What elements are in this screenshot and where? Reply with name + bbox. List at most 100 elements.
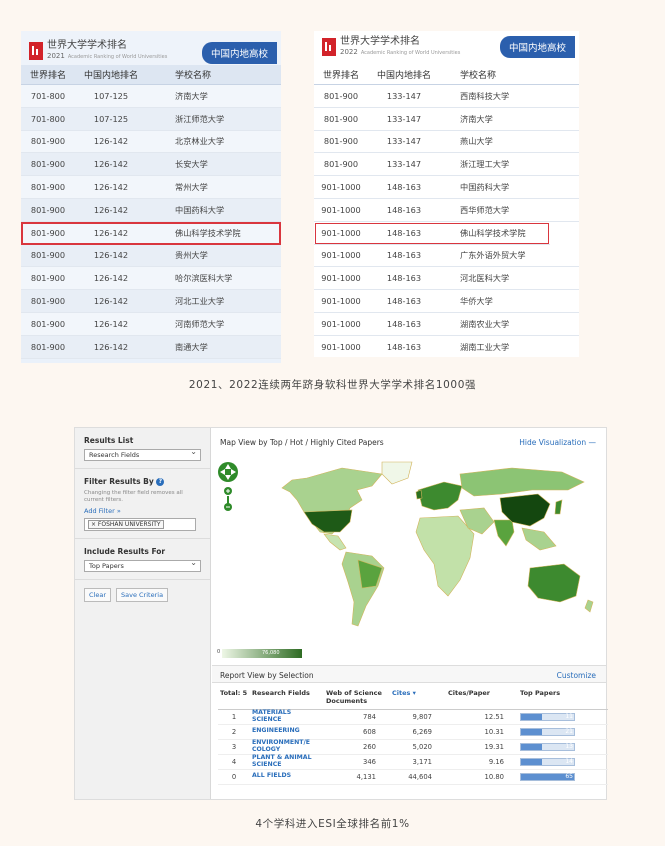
china-rank-cell: 133-147 <box>386 136 422 147</box>
china-rank-cell: 148-163 <box>386 250 422 261</box>
top-papers-bar[interactable]: 13 <box>520 742 575 751</box>
world-rank-cell: 801-900 <box>30 204 66 215</box>
ranking-table-2022: 世界大学学术排名 2022 Academic Ranking of World U… <box>314 31 579 357</box>
china-rank-cell: 107-125 <box>93 113 129 124</box>
cites-per-paper-cell: 9.16 <box>446 754 518 770</box>
china-rank-cell: 126-142 <box>93 182 129 193</box>
col-wos-documents[interactable]: Web of Science Documents <box>324 687 390 710</box>
school-name-cell: 西南科技大学 <box>460 90 510 101</box>
col-cites-per-paper[interactable]: Cites/Paper <box>446 687 518 710</box>
world-rank-cell: 701-800 <box>30 113 66 124</box>
filter-tag[interactable]: × FOSHAN UNIVERSITY <box>88 520 164 529</box>
map-zoom-in-icon[interactable] <box>224 487 232 495</box>
china-rank-cell: 148-163 <box>386 182 422 193</box>
top-papers-bar[interactable]: 14 <box>520 757 575 766</box>
results-list-label: Results List <box>84 436 134 445</box>
filter-note: Changing the filter field removes all cu… <box>84 490 183 503</box>
table-row: 801-900 133-147 西南科技大学 <box>314 85 579 108</box>
world-rank-cell: 801-900 <box>30 296 66 307</box>
caption-esi: 4个学科进入ESI全球排名前1% <box>255 818 410 830</box>
top-papers-bar-fill <box>521 743 543 750</box>
top-papers-bar[interactable]: 21 <box>520 727 575 736</box>
world-rank-cell: 801-900 <box>30 273 66 284</box>
school-name-cell: 河北工业大学 <box>175 296 225 307</box>
cites-per-paper-cell: 10.80 <box>446 769 518 785</box>
top-papers-bar-fill <box>521 713 543 720</box>
cites-cell: 44,604 <box>390 769 446 785</box>
map-pan-control[interactable] <box>218 462 238 482</box>
school-name-cell: 中国药科大学 <box>460 182 510 193</box>
research-field-link[interactable]: ENVIRONMENT/E COLOGY <box>250 739 324 755</box>
table-row: 801-900 126-142 北京林业大学 <box>21 130 281 154</box>
top-papers-cell: 11 <box>518 709 608 725</box>
region-badge: 中国内地高校 <box>201 42 277 64</box>
school-name-cell: 燕山大学 <box>460 136 493 147</box>
china-rank-cell: 107-125 <box>93 90 129 101</box>
map-greenland <box>381 461 413 485</box>
col-research-fields[interactable]: Research Fields <box>250 687 324 710</box>
school-name-cell: 河南师范大学 <box>175 318 225 329</box>
table-row: 901-1000 148-163 河北医科大学 <box>314 267 579 291</box>
world-rank-cell: 801-900 <box>30 159 66 170</box>
map-zoom-slider[interactable] <box>227 496 229 504</box>
col-school-name: 学校名称 <box>460 71 497 81</box>
map-africa <box>415 515 475 597</box>
top-papers-bar[interactable]: 65 <box>520 772 575 781</box>
row-index: 2 <box>218 724 250 740</box>
world-rank-cell: 801-900 <box>30 341 66 352</box>
column-headers: 世界排名 中国内地排名 学校名称 <box>21 65 281 85</box>
table-row: 801-900 126-142 河南师范大学 <box>21 312 281 336</box>
world-rank-cell: 901-1000 <box>321 204 361 215</box>
school-name-cell: 中国药科大学 <box>175 204 225 215</box>
top-papers-bar[interactable]: 11 <box>520 712 575 721</box>
table-row: 2 ENGINEERING 608 6,269 10.31 21 <box>218 724 608 740</box>
school-name-cell: 佛山科学技术学院 <box>175 227 241 238</box>
esi-main-panel: Map View by Top / Hot / Highly Cited Pap… <box>212 428 608 799</box>
china-rank-cell: 126-142 <box>93 159 129 170</box>
table-row: 3 ENVIRONMENT/E COLOGY 260 5,020 19.31 13 <box>218 739 608 755</box>
include-results-select[interactable]: Top Papers <box>84 558 201 572</box>
table-row: 801-900 126-142 贵州大学 <box>21 244 281 268</box>
table-row: 801-900 133-147 济南大学 <box>314 108 579 131</box>
ranking-logo-icon <box>29 41 43 60</box>
logo-title: 世界大学学术排名 <box>340 36 420 47</box>
research-field-link[interactable]: PLANT & ANIMAL SCIENCE <box>250 754 324 770</box>
customize-link[interactable]: Customize <box>557 671 596 680</box>
save-criteria-button[interactable]: Save Criteria <box>116 588 169 602</box>
col-cites[interactable]: Cites ▾ <box>390 687 446 710</box>
col-top-papers[interactable]: Top Papers <box>518 687 608 710</box>
logo-subtitle: Academic Ranking of World Universities <box>360 50 461 56</box>
help-icon[interactable]: ? <box>156 478 165 486</box>
world-map[interactable] <box>212 456 608 646</box>
school-name-cell: 长安大学 <box>175 159 208 170</box>
school-name-cell: 浙江理工大学 <box>460 159 510 170</box>
top-papers-cell: 14 <box>518 754 608 770</box>
map-zoom-out-icon[interactable] <box>224 503 232 511</box>
table-row: 801-900 133-147 浙江理工大学 <box>314 153 579 177</box>
research-field-link[interactable]: ALL FIELDS <box>250 769 324 785</box>
ranking-header: 世界大学学术排名 2022 Academic Ranking of World U… <box>314 31 579 65</box>
world-rank-cell: 901-1000 <box>321 296 361 307</box>
map-central-america <box>323 533 347 551</box>
map-southeast-asia <box>521 527 557 551</box>
results-list-select[interactable]: Research Fields <box>84 447 201 461</box>
map-title: Map View by Top / Hot / Highly Cited Pap… <box>220 438 384 447</box>
table-row: 801-900 126-142 长安大学 <box>21 153 281 177</box>
add-filter-link[interactable]: Add Filter » <box>84 507 201 515</box>
filter-tag-field[interactable]: × FOSHAN UNIVERSITY <box>84 518 196 531</box>
col-total: Total: 5 <box>218 687 250 710</box>
research-field-link[interactable]: ENGINEERING <box>250 724 324 740</box>
table-row: 901-1000 148-163 湖南农业大学 <box>314 313 579 336</box>
top-papers-value: 14 <box>565 757 573 765</box>
legend-min-label: 0 <box>217 649 221 655</box>
clear-button[interactable]: Clear <box>84 588 111 602</box>
school-name-cell: 西华师范大学 <box>460 204 510 215</box>
school-name-cell: 华侨大学 <box>460 296 493 307</box>
col-china-rank: 中国内地排名 <box>83 71 138 81</box>
ranking-logo-icon <box>322 37 336 56</box>
school-name-cell: 湖南工业大学 <box>460 341 510 352</box>
hide-visualization-link[interactable]: Hide Visualization — <box>519 438 596 447</box>
top-papers-value: 13 <box>565 742 573 750</box>
research-field-link[interactable]: MATERIALS SCIENCE <box>250 709 324 725</box>
table-row: 801-900 126-142 哈尔滨医科大学 <box>21 267 281 291</box>
